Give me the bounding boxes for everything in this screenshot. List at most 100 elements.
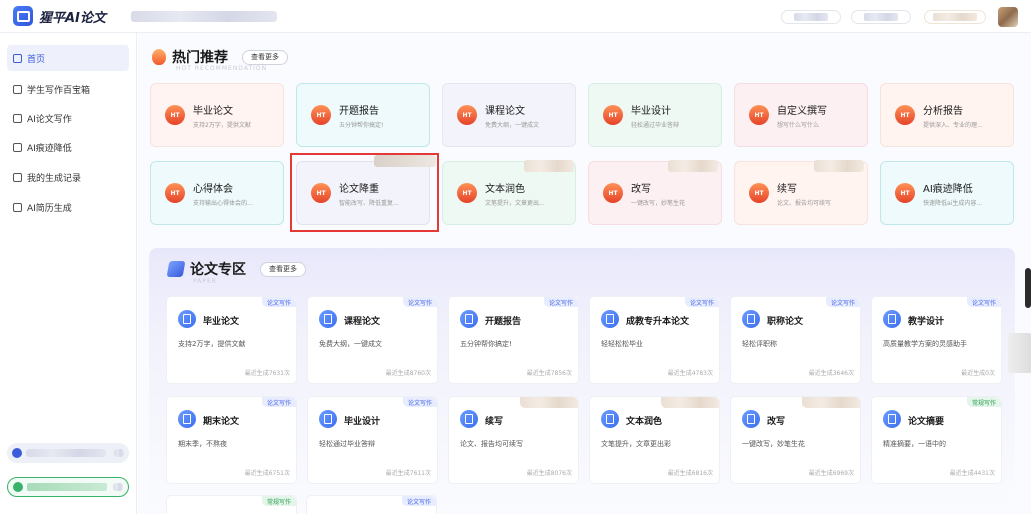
card-title: 毕业论文 <box>203 317 240 327</box>
card-tag: 论文写作 <box>402 297 437 307</box>
card-title: 心得体会 <box>193 183 233 195</box>
hot-card-5[interactable]: HT 自定义撰写想写什么写什么 <box>734 83 868 147</box>
sidebar-bottom-item-2[interactable] <box>7 477 129 497</box>
nav-links-blurred[interactable] <box>131 11 277 22</box>
document-icon <box>883 310 901 328</box>
sidebar-item-resume[interactable]: AI简历生成 <box>7 194 129 220</box>
paper-card-2[interactable]: 论文写作课程论文免费大纲，一键成文最近生成8760次 <box>307 296 438 384</box>
sidebar-bottom-item-1[interactable] <box>7 443 129 463</box>
hot-section-subtitle: HOT RECOMMENDATION <box>176 65 268 72</box>
paper-card-11[interactable]: 改写 一键改写，妙笔生花 最近生成6969次 <box>730 396 861 484</box>
card-desc: 想写什么写什么 <box>777 121 820 129</box>
paper-card-3[interactable]: 论文写作 开题报告 五分钟帮你搞定! 最近生成7856次 <box>448 296 579 384</box>
card-desc: 五分钟帮你搞定! <box>339 121 384 129</box>
card-badge-blurred <box>668 160 718 172</box>
card-desc: 免费大纲，一键成文 <box>319 340 382 348</box>
paper-card-partial[interactable]: 常规写作 <box>166 495 297 514</box>
document-icon <box>13 113 22 123</box>
status-icon <box>13 482 23 492</box>
paper-card-8[interactable]: 论文写作 毕业设计 轻松通过毕业答辩 最近生成7611次 <box>307 396 438 484</box>
paper-card-6[interactable]: 论文写作 教学设计 高质量教学方案的灵感助手 最近生成0次 <box>871 296 1002 384</box>
card-count: 最近生成6816次 <box>667 470 713 477</box>
paper-section-subtitle: PAPER <box>193 278 217 285</box>
side-panel-blurred[interactable] <box>1008 333 1031 373</box>
card-tag: 论文写作 <box>261 297 296 307</box>
card-title: 改写 <box>767 417 786 427</box>
card-desc: 轻松通过毕业答辩 <box>631 121 680 129</box>
card-title: 职称论文 <box>767 317 804 327</box>
card-desc: 高质量教学方案的灵感助手 <box>883 340 967 348</box>
paper-card-10[interactable]: 文本润色 文笔提升，文章更出彩 最近生成6816次 <box>589 396 720 484</box>
hot-section-header: 热门推荐 查看更多 <box>152 47 288 67</box>
paper-card-5[interactable]: 论文写作 职称论文 轻松评职称 最近生成3646次 <box>730 296 861 384</box>
document-icon <box>460 410 478 428</box>
home-icon <box>13 53 22 63</box>
card-title: 毕业设计 <box>344 417 381 427</box>
sidebar-item-home[interactable]: 首页 <box>7 45 129 71</box>
card-title: 课程论文 <box>344 317 381 327</box>
card-count: 最近生成8760次 <box>385 370 431 377</box>
card-desc: 支持输出心得体会的... <box>193 199 253 207</box>
ht-icon: HT <box>603 183 623 203</box>
paper-card-9[interactable]: 续写 论文、报告均可续写 最近生成8076次 <box>448 396 579 484</box>
paper-card-12[interactable]: 常规写作 论文摘要 精准摘要，一语中的 最近生成4431次 <box>871 396 1002 484</box>
app-logo[interactable]: 猩平AI论文 <box>13 6 106 26</box>
paper-card-1[interactable]: 论文写作 毕业论文 支持2万字，提供文献 最近生成7631次 <box>166 296 297 384</box>
document-icon <box>319 410 337 428</box>
hot-card-6[interactable]: HT 分析报告 提供深入、专业的理... <box>880 83 1014 147</box>
sidebar-item-history[interactable]: 我的生成记录 <box>7 164 129 190</box>
card-tag: 论文写作 <box>966 297 1001 307</box>
ht-icon: HT <box>165 183 185 203</box>
paper-card-7[interactable]: 论文写作 期末论文 期末季，不熬夜 最近生成6751次 <box>166 396 297 484</box>
paper-more-button[interactable]: 查看更多 <box>260 261 306 277</box>
avatar[interactable] <box>998 7 1018 27</box>
top-bar: 猩平AI论文 <box>0 0 1031 33</box>
hot-more-button[interactable]: 查看更多 <box>242 49 288 65</box>
card-desc: 免费大纲，一键成文 <box>485 121 540 129</box>
card-tag: 论文写作 <box>684 297 719 307</box>
card-title: 文本润色 <box>626 417 663 427</box>
card-desc: 论文、报告均可续写 <box>460 440 523 448</box>
app-name: 猩平AI论文 <box>39 10 106 26</box>
sidebar-item-ai-writing[interactable]: AI论文写作 <box>7 105 129 131</box>
document-icon <box>742 410 760 428</box>
logo-icon <box>13 6 33 26</box>
hot-card-1[interactable]: HT 毕业论文 支持2万字，提供文献 <box>150 83 284 147</box>
hot-card-4[interactable]: HT 毕业设计轻松通过毕业答辩 <box>588 83 722 147</box>
header-button-1[interactable] <box>781 10 841 24</box>
ht-icon: HT <box>457 105 477 125</box>
card-badge-blurred <box>524 160 574 172</box>
hot-card-7[interactable]: HT 心得体会支持输出心得体会的... <box>150 161 284 225</box>
sidebar-item-ai-trace[interactable]: AI痕迹降低 <box>7 134 129 160</box>
toolbox-icon <box>13 84 22 94</box>
card-desc: 快速降低ai生成内容... <box>923 199 983 207</box>
card-title: 毕业设计 <box>631 105 671 117</box>
paper-card-partial[interactable]: 论文写作 <box>306 495 437 514</box>
card-title: 成教专升本论文 <box>626 317 690 327</box>
hot-card-12[interactable]: HT AI痕迹降低 快速降低ai生成内容... <box>880 161 1014 225</box>
ht-icon: HT <box>603 105 623 125</box>
ht-icon: HT <box>749 105 769 125</box>
ht-icon: HT <box>895 105 915 125</box>
card-title: 文本润色 <box>485 183 525 195</box>
hot-card-2[interactable]: HT 开题报告 五分钟帮你搞定! <box>296 83 430 147</box>
hot-card-3[interactable]: HT 课程论文 免费大纲，一键成文 <box>442 83 576 147</box>
header-button-2[interactable] <box>851 10 911 24</box>
card-desc: 五分钟帮你搞定! <box>460 340 512 348</box>
card-title: 论文摘要 <box>908 417 945 427</box>
ht-icon: HT <box>165 105 185 125</box>
card-desc: 论文、报告均可续写 <box>777 199 832 207</box>
document-icon <box>601 410 619 428</box>
sidebar-item-label: AI痕迹降低 <box>27 143 72 154</box>
card-title: 自定义撰写 <box>777 105 827 117</box>
card-title: 开题报告 <box>339 105 379 117</box>
user-name[interactable] <box>924 10 986 24</box>
ht-icon: HT <box>457 183 477 203</box>
card-desc: 文笔提升，文章更出... <box>485 199 545 207</box>
paper-card-4[interactable]: 论文写作 成教专升本论文 轻轻松松毕业 最近生成4783次 <box>589 296 720 384</box>
card-count: 最近生成3646次 <box>808 370 854 377</box>
card-tag: 论文写作 <box>402 397 437 407</box>
sidebar-item-toolbox[interactable]: 学生写作百宝箱 <box>7 76 129 102</box>
card-count: 最近生成4431次 <box>949 470 995 477</box>
scroll-handle[interactable] <box>1025 268 1031 308</box>
